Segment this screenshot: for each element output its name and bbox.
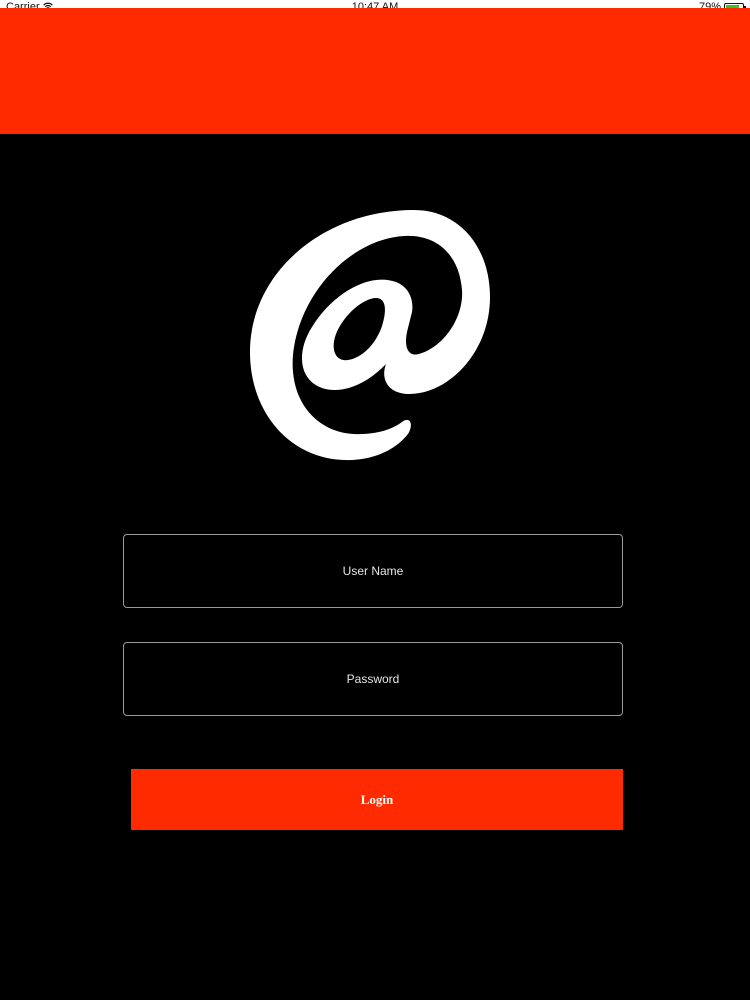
header-bar xyxy=(0,8,750,134)
at-sign-icon xyxy=(250,210,490,461)
password-input[interactable] xyxy=(124,642,622,716)
password-field[interactable] xyxy=(123,642,623,716)
username-field[interactable] xyxy=(123,534,623,608)
login-button[interactable]: Login xyxy=(131,769,623,830)
username-input[interactable] xyxy=(124,534,622,608)
login-button-label: Login xyxy=(360,791,394,807)
